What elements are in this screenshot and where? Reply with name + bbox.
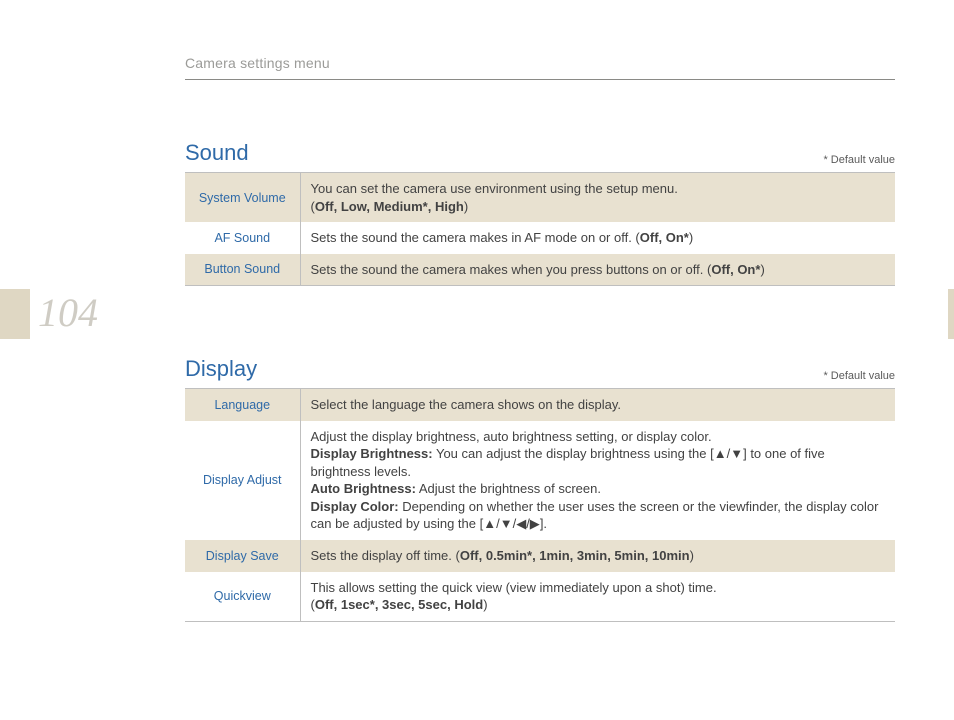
table-row: Display Save Sets the display off time. … <box>185 540 895 572</box>
table-row: Button Sound Sets the sound the camera m… <box>185 254 895 286</box>
right-margin-accent <box>948 289 954 339</box>
row-label-af-sound: AF Sound <box>185 222 300 254</box>
row-label-button-sound: Button Sound <box>185 254 300 286</box>
table-row: Quickview This allows setting the quick … <box>185 572 895 622</box>
row-label-system-volume: System Volume <box>185 173 300 223</box>
page-content: Camera settings menu Sound * Default val… <box>185 55 895 622</box>
table-row: AF Sound Sets the sound the camera makes… <box>185 222 895 254</box>
table-row: Display Adjust Adjust the display bright… <box>185 421 895 540</box>
text: You can set the camera use environment u… <box>311 181 678 196</box>
breadcrumb: Camera settings menu <box>185 55 895 80</box>
table-row: Language Select the language the camera … <box>185 389 895 421</box>
options: Off, Low, Medium*, High <box>315 199 464 214</box>
row-desc-af-sound: Sets the sound the camera makes in AF mo… <box>300 222 895 254</box>
four-way-arrows-icon: ▲/▼/◀/▶ <box>483 516 540 531</box>
options: Off, On* <box>640 230 689 245</box>
display-table: Language Select the language the camera … <box>185 388 895 621</box>
sound-table: System Volume You can set the camera use… <box>185 172 895 286</box>
row-desc-system-volume: You can set the camera use environment u… <box>300 173 895 223</box>
subheading: Display Brightness: <box>311 446 433 461</box>
row-desc-display-save: Sets the display off time. (Off, 0.5min*… <box>300 540 895 572</box>
section-title-display: Display <box>185 356 257 382</box>
row-label-quickview: Quickview <box>185 572 300 622</box>
row-desc-language: Select the language the camera shows on … <box>300 389 895 421</box>
text: ) <box>690 548 694 563</box>
text: ) <box>483 597 487 612</box>
default-note-display: * Default value <box>823 370 895 382</box>
row-label-display-save: Display Save <box>185 540 300 572</box>
text: This allows setting the quick view (view… <box>311 580 717 595</box>
text: Sets the display off time. ( <box>311 548 460 563</box>
subheading: Auto Brightness: <box>311 481 416 496</box>
text: Sets the sound the camera makes in AF mo… <box>311 230 640 245</box>
options: Off, On* <box>711 262 760 277</box>
text: Sets the sound the camera makes when you… <box>311 262 712 277</box>
text: Adjust the display brightness, auto brig… <box>311 429 712 444</box>
row-label-language: Language <box>185 389 300 421</box>
subheading: Display Color: <box>311 499 399 514</box>
up-down-arrows-icon: ▲/▼ <box>714 446 743 461</box>
options: Off, 1sec*, 3sec, 5sec, Hold <box>315 597 483 612</box>
section-sound: Sound * Default value System Volume You … <box>185 140 895 286</box>
page-number-accent <box>0 289 30 339</box>
section-display: Display * Default value Language Select … <box>185 356 895 621</box>
default-note-sound: * Default value <box>823 154 895 166</box>
table-row: System Volume You can set the camera use… <box>185 173 895 223</box>
text: ) <box>689 230 693 245</box>
text: ) <box>464 199 468 214</box>
text: ]. <box>540 516 547 531</box>
row-desc-button-sound: Sets the sound the camera makes when you… <box>300 254 895 286</box>
text: You can adjust the display brightness us… <box>433 446 714 461</box>
row-label-display-adjust: Display Adjust <box>185 421 300 540</box>
options: Off, 0.5min*, 1min, 3min, 5min, 10min <box>460 548 690 563</box>
row-desc-display-adjust: Adjust the display brightness, auto brig… <box>300 421 895 540</box>
row-desc-quickview: This allows setting the quick view (view… <box>300 572 895 622</box>
text: ) <box>760 262 764 277</box>
page-number: 104 <box>38 289 98 336</box>
section-title-sound: Sound <box>185 140 249 166</box>
text: Adjust the brightness of screen. <box>416 481 601 496</box>
